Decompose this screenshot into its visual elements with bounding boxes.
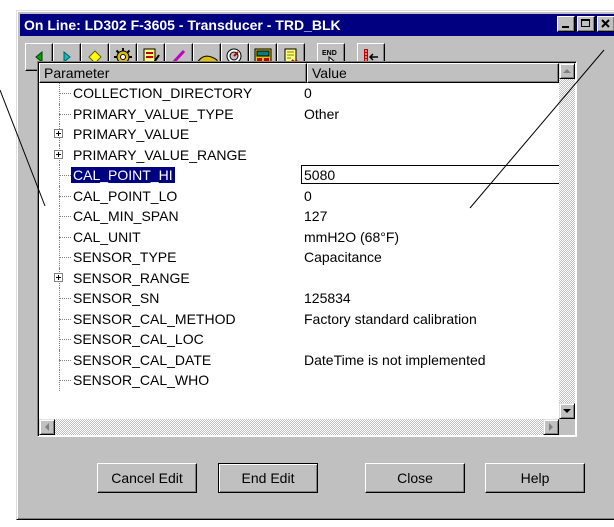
table-row[interactable]: CAL_POINT_HI 5080 [39, 165, 559, 186]
expand-icon[interactable] [54, 272, 63, 282]
table-row[interactable]: PRIMARY_VALUE_TYPE Other [39, 103, 559, 124]
horizontal-scrollbar[interactable] [39, 419, 559, 435]
arrow-down-icon [563, 409, 571, 413]
tree-branch [59, 380, 71, 381]
parameter-name: SENSOR_SN [73, 290, 160, 306]
arrow-right-icon [549, 423, 553, 431]
scroll-down-button[interactable] [559, 403, 575, 419]
close-window-button[interactable] [597, 16, 614, 32]
table-row[interactable]: SENSOR_CAL_METHOD Factory standard calibr… [39, 308, 559, 329]
transducer-window: On Line: LD302 F-3605 - Transducer - TRD… [16, 10, 614, 520]
table-row[interactable]: SENSOR_CAL_DATE DateTime is not implement… [39, 349, 559, 370]
table-row[interactable]: CAL_POINT_LO 0 [39, 185, 559, 206]
help-button[interactable]: Help [485, 463, 585, 493]
title-bar[interactable]: On Line: LD302 F-3605 - Transducer - TRD… [20, 14, 614, 36]
scrollbar-corner [559, 419, 575, 435]
parameter-value: 0 [304, 85, 312, 101]
maximize-icon [581, 19, 590, 27]
parameter-list[interactable]: Parameter Value COLLECTION_DIRECTORY 0 PRI… [37, 61, 577, 437]
parameter-name: CAL_MIN_SPAN [73, 208, 179, 224]
parameter-value: Other [304, 105, 340, 122]
parameter-value: mmH2O (68°F) [304, 228, 400, 245]
parameter-rows: COLLECTION_DIRECTORY 0 PRIMARY_VALUE_TYPE O… [39, 83, 559, 419]
table-row[interactable]: SENSOR_RANGE [39, 267, 559, 288]
parameter-name: SENSOR_CAL_LOC [73, 331, 204, 347]
minimize-icon [562, 26, 569, 28]
tree-branch [59, 93, 71, 94]
tree-branch [59, 236, 71, 238]
expand-icon[interactable] [54, 129, 63, 138]
parameter-value[interactable]: 5080 [304, 167, 335, 183]
tree-branch [59, 359, 71, 361]
tree-branch [59, 339, 71, 340]
scroll-up-button[interactable] [559, 63, 575, 79]
table-row[interactable]: SENSOR_CAL_WHO [39, 370, 559, 391]
parameter-name: SENSOR_CAL_METHOD [73, 310, 236, 327]
end-icon-label: END [322, 50, 337, 57]
vertical-scrollbar[interactable] [559, 63, 575, 419]
parameter-name: CAL_POINT_HI [71, 167, 175, 183]
list-header: Parameter Value [39, 63, 559, 83]
end-edit-button[interactable]: End Edit [218, 463, 318, 493]
expand-icon[interactable] [54, 149, 63, 159]
column-header-parameter[interactable]: Parameter [39, 63, 307, 83]
table-row[interactable]: PRIMARY_VALUE_RANGE [39, 144, 559, 165]
parameter-name: PRIMARY_VALUE_RANGE [73, 146, 247, 163]
table-row[interactable]: SENSOR_SN 125834 [39, 288, 559, 309]
parameter-name: CAL_UNIT [73, 228, 141, 245]
parameter-name: CAL_POINT_LO [73, 187, 178, 204]
tree-branch [59, 175, 71, 176]
title-buttons [557, 16, 614, 32]
maximize-button[interactable] [577, 16, 595, 32]
window-title: On Line: LD302 F-3605 - Transducer - TRD… [24, 17, 341, 33]
arrow-up-icon [563, 69, 571, 73]
close-icon [601, 19, 610, 28]
value-edit-box[interactable] [301, 165, 559, 184]
close-button[interactable]: Close [365, 463, 465, 493]
table-row[interactable]: SENSOR_TYPE Capacitance [39, 247, 559, 268]
parameter-name: COLLECTION_DIRECTORY [73, 85, 253, 101]
tree-branch [59, 195, 71, 197]
parameter-value: DateTime is not implemented [304, 351, 486, 368]
tree-branch [59, 318, 71, 320]
parameter-name: SENSOR_RANGE [73, 269, 190, 286]
parameter-name: PRIMARY_VALUE_TYPE [73, 105, 234, 122]
parameter-value: Capacitance [304, 249, 382, 265]
parameter-value: Factory standard calibration [304, 310, 477, 327]
arrow-left-icon [45, 423, 49, 431]
parameter-name: SENSOR_CAL_WHO [73, 372, 210, 388]
table-row[interactable]: CAL_UNIT mmH2O (68°F) [39, 226, 559, 247]
table-row[interactable]: COLLECTION_DIRECTORY 0 [39, 83, 559, 104]
parameter-value: 125834 [304, 290, 351, 306]
column-header-value[interactable]: Value [307, 63, 559, 83]
tree-branch [59, 113, 71, 115]
parameter-name: PRIMARY_VALUE [73, 126, 190, 142]
scroll-left-button[interactable] [39, 419, 55, 435]
cancel-edit-button[interactable]: Cancel Edit [97, 463, 197, 493]
scroll-right-button[interactable] [543, 419, 559, 435]
table-row[interactable]: CAL_MIN_SPAN 127 [39, 206, 559, 227]
tree-branch [59, 298, 71, 299]
table-row[interactable]: PRIMARY_VALUE [39, 124, 559, 145]
table-row[interactable]: SENSOR_CAL_LOC [39, 329, 559, 350]
parameter-name: SENSOR_TYPE [73, 249, 177, 265]
tree-branch [59, 216, 71, 217]
parameter-value: 0 [304, 187, 312, 204]
parameter-name: SENSOR_CAL_DATE [73, 351, 212, 368]
parameter-value: 127 [304, 208, 328, 224]
tree-branch [59, 257, 71, 258]
minimize-button[interactable] [557, 16, 575, 32]
